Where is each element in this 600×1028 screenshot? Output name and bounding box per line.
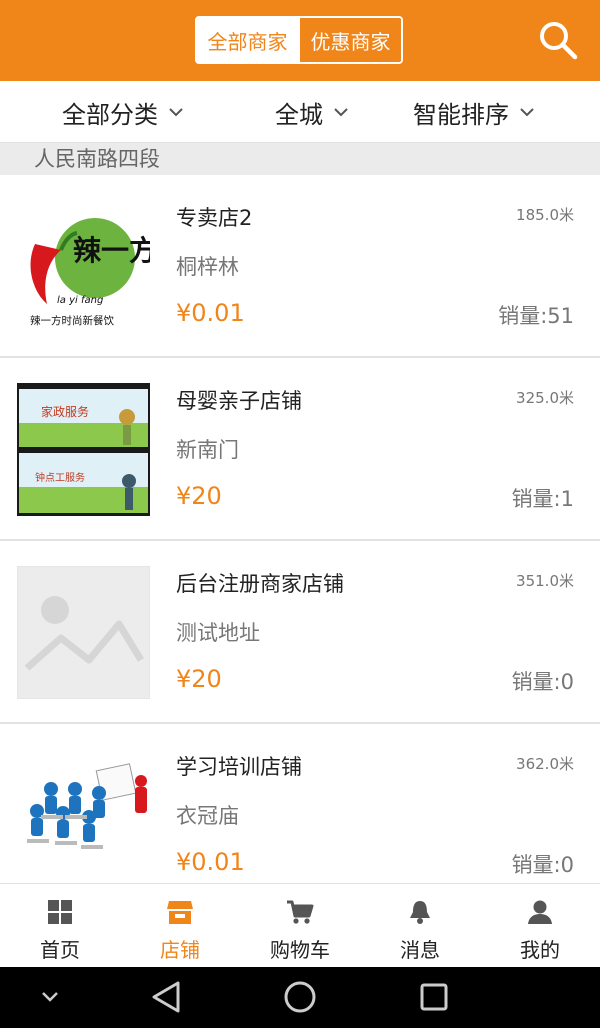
tab-profile-label: 我的: [520, 938, 560, 962]
store-name: 母婴亲子店铺: [176, 389, 302, 413]
location-section-header: 人民南路四段: [0, 143, 600, 175]
store-name: 学习培训店铺: [176, 755, 302, 779]
category-filter[interactable]: 全部分类: [62, 81, 184, 143]
image-placeholder-icon: [17, 566, 150, 699]
store-row[interactable]: 家政服务 钟点工服务 母婴亲子店铺 新南门 ¥20 325.0米 销量:1: [0, 358, 600, 541]
store-distance: 325.0米: [516, 389, 574, 407]
store-distance: 362.0米: [516, 755, 574, 773]
store-list[interactable]: 辣一方 la yi fang 辣一方时尚新餐饮 专卖店2 桐梓林 ¥0.01 1…: [0, 175, 600, 883]
sort-filter[interactable]: 智能排序: [413, 81, 535, 143]
home-circle-icon: [284, 981, 316, 1013]
store-icon: [166, 898, 194, 926]
store-address: 测试地址: [176, 621, 260, 645]
store-sales: 销量:0: [511, 670, 574, 694]
back-button[interactable]: [146, 977, 186, 1017]
logo-slogan: 辣一方时尚新餐饮: [30, 314, 114, 327]
banner-top-text: 家政服务: [41, 404, 89, 419]
tab-store[interactable]: 店铺: [120, 884, 240, 967]
chevron-down-icon: [333, 106, 349, 118]
merchant-segment-control: 全部商家 优惠商家: [195, 16, 403, 64]
store-address: 新南门: [176, 438, 239, 462]
tab-home-label: 首页: [40, 938, 80, 962]
top-header: 全部商家 优惠商家: [0, 0, 600, 81]
store-image-training: [17, 749, 150, 882]
search-button[interactable]: [536, 18, 580, 62]
store-price: ¥20: [176, 482, 222, 510]
store-row[interactable]: 后台注册商家店铺 测试地址 ¥20 351.0米 销量:0: [0, 541, 600, 724]
hide-keyboard-button[interactable]: [30, 977, 70, 1017]
store-sales: 销量:1: [511, 487, 574, 511]
banner-bottom-text: 钟点工服务: [35, 471, 85, 484]
logo-text: 辣一方: [73, 234, 150, 267]
store-distance: 185.0米: [516, 206, 574, 224]
store-banner-housekeeping: 家政服务 钟点工服务: [17, 383, 150, 516]
recents-button[interactable]: [414, 977, 454, 1017]
store-name: 后台注册商家店铺: [176, 572, 344, 596]
tab-cart-label: 购物车: [270, 938, 330, 962]
store-price: ¥20: [176, 665, 222, 693]
recents-square-icon: [420, 983, 448, 1011]
back-triangle-icon: [152, 981, 180, 1013]
tab-store-label: 店铺: [160, 938, 200, 962]
store-distance: 351.0米: [516, 572, 574, 590]
chevron-down-icon: [519, 106, 535, 118]
tab-profile[interactable]: 我的: [480, 884, 600, 967]
area-filter[interactable]: 全城: [275, 81, 349, 143]
logo-subtext: la yi fang: [57, 295, 103, 306]
store-row[interactable]: 辣一方 la yi fang 辣一方时尚新餐饮 专卖店2 桐梓林 ¥0.01 1…: [0, 175, 600, 358]
store-address: 衣冠庙: [176, 804, 239, 828]
category-filter-label: 全部分类: [62, 100, 158, 129]
store-logo-layifang: 辣一方 la yi fang 辣一方时尚新餐饮: [17, 200, 150, 333]
tab-messages[interactable]: 消息: [360, 884, 480, 967]
discount-merchants-tab[interactable]: 优惠商家: [298, 18, 401, 62]
area-filter-label: 全城: [275, 100, 323, 129]
store-name: 专卖店2: [176, 206, 253, 230]
system-nav-bar: [0, 967, 600, 1028]
search-icon: [540, 22, 578, 60]
chevron-down-icon: [168, 106, 184, 118]
tab-messages-label: 消息: [400, 938, 440, 962]
bottom-tab-bar: 首页 店铺 购物车 消息 我的: [0, 883, 600, 967]
tab-cart[interactable]: 购物车: [240, 884, 360, 967]
user-icon: [527, 898, 553, 926]
store-sales: 销量:51: [498, 304, 574, 328]
all-merchants-tab[interactable]: 全部商家: [197, 18, 298, 62]
store-address: 桐梓林: [176, 255, 239, 279]
store-sales: 销量:0: [511, 853, 574, 877]
store-price: ¥0.01: [176, 848, 245, 876]
chevron-down-icon: [42, 992, 58, 1002]
store-price: ¥0.01: [176, 299, 245, 327]
home-button[interactable]: [280, 977, 320, 1017]
bell-icon: [408, 898, 432, 926]
store-row[interactable]: 学习培训店铺 衣冠庙 ¥0.01 362.0米 销量:0: [0, 724, 600, 883]
tab-home[interactable]: 首页: [0, 884, 120, 967]
sort-filter-label: 智能排序: [413, 100, 509, 129]
home-grid-icon: [47, 898, 73, 926]
cart-icon: [286, 898, 314, 926]
filter-bar: 全部分类 全城 智能排序: [0, 81, 600, 143]
